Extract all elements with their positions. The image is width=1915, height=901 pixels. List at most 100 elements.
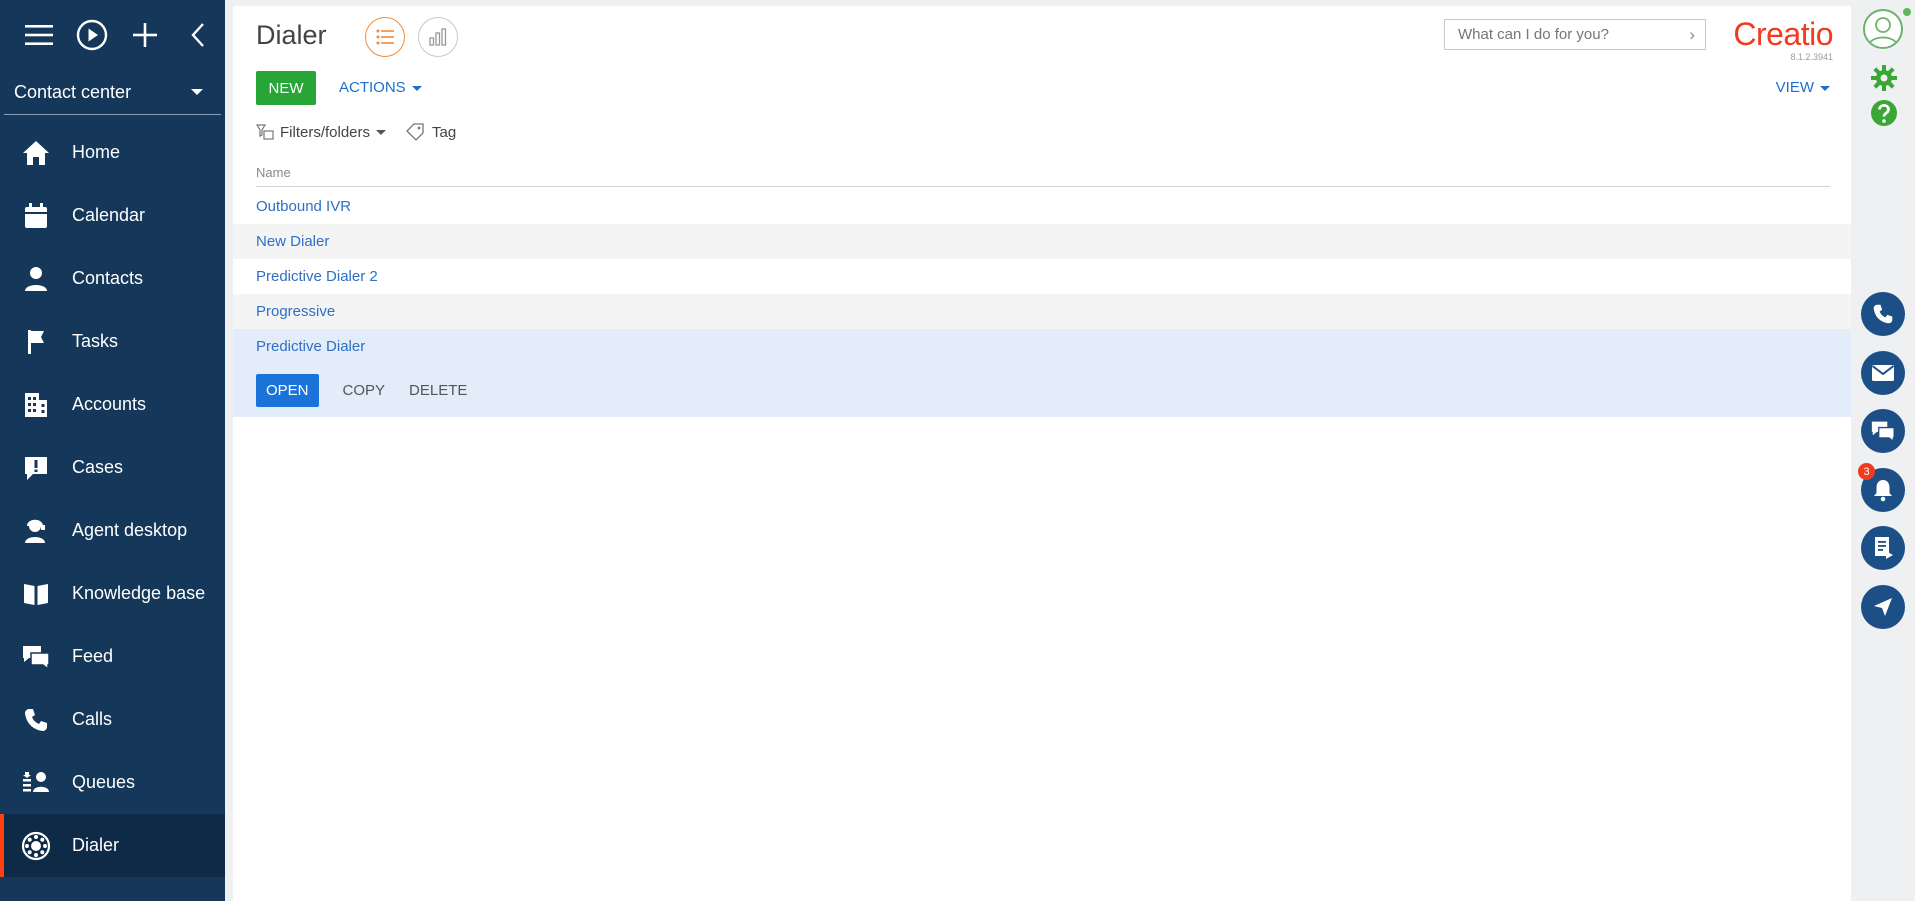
phone-icon — [1873, 304, 1893, 324]
bar-chart-icon — [429, 28, 447, 46]
sidebar-item-label: Calls — [72, 709, 113, 729]
feed-icon — [0, 643, 72, 671]
view-button[interactable]: VIEW — [1776, 79, 1830, 96]
sidebar-item-accounts[interactable]: Accounts — [0, 373, 225, 436]
records-list: Outbound IVR New Dialer Predictive Diale… — [233, 189, 1851, 417]
sidebar-item-label: Home — [72, 142, 121, 162]
collapse-button[interactable] — [172, 7, 225, 63]
copy-button[interactable]: COPY — [343, 382, 386, 399]
search-input[interactable] — [1456, 25, 1665, 44]
play-circle-icon — [76, 19, 108, 51]
home-icon — [0, 139, 72, 167]
queue-icon — [0, 770, 72, 796]
table-row[interactable]: Outbound IVR — [233, 189, 1851, 224]
workplace-selector[interactable]: Contact center — [4, 70, 221, 115]
user-icon — [1868, 17, 1898, 46]
help-button[interactable] — [1870, 99, 1898, 132]
help-icon — [1871, 100, 1897, 126]
notification-count-badge: 3 — [1858, 463, 1875, 480]
table-row[interactable]: Progressive — [233, 294, 1851, 329]
actions-button[interactable]: ACTIONS — [339, 79, 422, 96]
menu-button[interactable] — [12, 7, 65, 63]
list-icon — [376, 29, 394, 45]
chat-icon — [1871, 421, 1895, 443]
table-row-selected[interactable]: Predictive Dialer — [233, 329, 1851, 364]
flag-icon — [0, 328, 72, 356]
row-actions: OPEN COPY DELETE — [233, 364, 1851, 417]
chevron-down-icon — [1820, 85, 1830, 91]
list-view-button[interactable] — [365, 17, 405, 57]
sidebar-item-queues[interactable]: Queues — [0, 751, 225, 814]
row-name-link[interactable]: Outbound IVR — [256, 198, 351, 215]
left-sidebar: Contact center Home Calendar Contacts Ta… — [0, 0, 225, 901]
send-panel-button[interactable] — [1861, 585, 1905, 629]
person-icon — [0, 265, 72, 293]
sidebar-item-label: Feed — [72, 646, 114, 666]
table-row[interactable]: Predictive Dialer 2 — [233, 259, 1851, 294]
sidebar-item-cases[interactable]: Cases — [0, 436, 225, 499]
chevron-right-icon[interactable]: › — [1689, 25, 1695, 45]
filters-label: Filters/folders — [280, 123, 371, 141]
delete-button[interactable]: DELETE — [409, 382, 467, 399]
online-status-dot — [1903, 8, 1911, 16]
sidebar-item-knowledge-base[interactable]: Knowledge base — [0, 562, 225, 625]
hamburger-icon — [24, 25, 53, 45]
tag-button[interactable]: Tag — [405, 123, 456, 141]
row-name-link[interactable]: New Dialer — [256, 233, 329, 250]
analytics-view-button[interactable] — [418, 17, 458, 57]
chat-panel-button[interactable] — [1861, 409, 1905, 453]
tag-icon — [406, 123, 424, 141]
process-button[interactable] — [65, 7, 118, 63]
sidebar-item-calendar[interactable]: Calendar — [0, 184, 225, 247]
sidebar-item-tasks[interactable]: Tasks — [0, 310, 225, 373]
sidebar-item-label: Calendar — [72, 205, 146, 225]
filters-folders-button[interactable]: Filters/folders — [256, 123, 387, 141]
phone-icon — [0, 707, 72, 733]
sidebar-item-home[interactable]: Home — [0, 121, 225, 184]
sidebar-item-contacts[interactable]: Contacts — [0, 247, 225, 310]
row-name-link[interactable]: Progressive — [256, 303, 335, 320]
filter-folder-icon — [256, 124, 274, 140]
sidebar-item-feed[interactable]: Feed — [0, 625, 225, 688]
settings-button[interactable] — [1870, 64, 1898, 97]
workplace-label: Contact center — [14, 81, 132, 102]
sidebar-item-dialer[interactable]: Dialer — [0, 814, 225, 877]
column-header-name[interactable]: Name — [256, 165, 1830, 187]
sidebar-item-label: Agent desktop — [72, 520, 188, 540]
sidebar-item-label: Dialer — [72, 835, 120, 855]
right-panel: 3 — [1851, 0, 1915, 901]
email-panel-button[interactable] — [1861, 351, 1905, 395]
column-header-label: Name — [256, 165, 291, 180]
sidebar-item-label: Knowledge base — [72, 583, 206, 603]
view-label: VIEW — [1775, 79, 1814, 96]
table-row[interactable]: New Dialer — [233, 224, 1851, 259]
document-icon — [1875, 537, 1893, 559]
case-icon — [0, 454, 72, 482]
sidebar-item-agent-desktop[interactable]: Agent desktop — [0, 499, 225, 562]
phone-panel-button[interactable] — [1861, 292, 1905, 336]
sidebar-item-label: Accounts — [72, 394, 147, 414]
agent-icon — [0, 517, 72, 545]
new-button[interactable]: NEW — [256, 71, 316, 105]
row-name-link[interactable]: Predictive Dialer 2 — [256, 268, 378, 285]
chevron-down-icon — [191, 89, 203, 95]
command-line[interactable]: › — [1444, 19, 1706, 50]
row-name-link[interactable]: Predictive Dialer — [256, 338, 365, 355]
sidebar-item-label: Cases — [72, 457, 124, 477]
envelope-icon — [1871, 365, 1895, 381]
dialer-icon — [0, 831, 72, 861]
paper-plane-icon — [1874, 598, 1892, 616]
avatar[interactable] — [1863, 9, 1903, 49]
book-icon — [0, 581, 72, 607]
sidebar-item-label: Contacts — [72, 268, 144, 288]
open-button[interactable]: OPEN — [256, 374, 319, 407]
brand-name: Creatio — [1733, 16, 1833, 52]
main-content: Dialer › Creatio 8.1.2.3941 NEW ACTIONS … — [233, 6, 1851, 901]
notifications-panel-button[interactable]: 3 — [1858, 463, 1905, 512]
action-dashboard-button[interactable] — [1861, 526, 1905, 570]
sidebar-item-label: Tasks — [72, 331, 119, 351]
add-button[interactable] — [119, 7, 172, 63]
sidebar-item-calls[interactable]: Calls — [0, 688, 225, 751]
version-label: 8.1.2.3941 — [1790, 52, 1833, 62]
chevron-down-icon — [376, 129, 387, 135]
